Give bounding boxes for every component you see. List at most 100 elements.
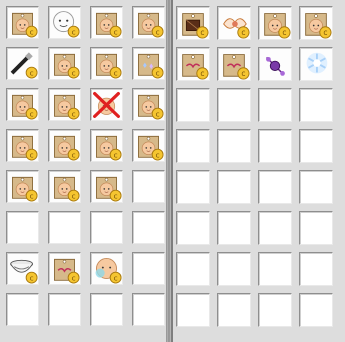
ice-crystal-icon: [300, 48, 332, 80]
svg-text:c: c: [200, 69, 204, 78]
right-inventory-slot[interactable]: [258, 170, 292, 204]
right-inventory-slot[interactable]: [176, 129, 210, 163]
left-inventory-slot[interactable]: c: [48, 170, 81, 203]
svg-text:c: c: [114, 273, 118, 282]
svg-text:c: c: [200, 28, 204, 37]
tag-doll-icon: c: [91, 171, 122, 202]
left-inventory-slot[interactable]: [6, 293, 39, 326]
right-inventory-slot[interactable]: [176, 88, 210, 122]
right-inventory-slot[interactable]: [217, 88, 251, 122]
left-inventory-slot[interactable]: [132, 170, 165, 203]
left-inventory-slot[interactable]: [90, 211, 123, 244]
left-inventory-slot[interactable]: [132, 211, 165, 244]
left-inventory-slot[interactable]: [90, 88, 123, 121]
right-inventory-slot[interactable]: [176, 211, 210, 245]
left-inventory-slot[interactable]: c: [132, 6, 165, 39]
purple-gem-icon: [259, 48, 291, 80]
right-inventory-slot[interactable]: [176, 252, 210, 286]
right-inventory-slot[interactable]: [258, 293, 292, 327]
right-inventory-slot[interactable]: [217, 293, 251, 327]
left-inventory-slot[interactable]: c: [132, 88, 165, 121]
tag-doll-icon: c: [91, 48, 122, 79]
right-inventory-slot[interactable]: [258, 211, 292, 245]
right-inventory-slot[interactable]: [258, 88, 292, 122]
ribbon-icon: c: [218, 7, 250, 39]
svg-text:c: c: [241, 28, 245, 37]
right-inventory-slot[interactable]: [217, 129, 251, 163]
right-inventory-slot[interactable]: [217, 170, 251, 204]
left-inventory-slot[interactable]: [132, 293, 165, 326]
right-inventory-slot[interactable]: c: [176, 47, 210, 81]
ribbon-tag-icon: c: [49, 253, 80, 284]
tag-doll-icon: c: [49, 171, 80, 202]
right-inventory-slot[interactable]: [176, 293, 210, 327]
left-inventory-slot[interactable]: c: [6, 6, 39, 39]
bowl-icon: c: [7, 253, 38, 284]
right-inventory-slot[interactable]: [299, 129, 333, 163]
left-inventory-slot[interactable]: c: [132, 47, 165, 80]
tag-doll-icon: c: [259, 7, 291, 39]
svg-text:c: c: [72, 109, 76, 118]
left-inventory-slot[interactable]: c: [90, 170, 123, 203]
left-inventory-slot[interactable]: c: [90, 47, 123, 80]
right-inventory-slot[interactable]: [299, 88, 333, 122]
svg-text:c: c: [156, 68, 160, 77]
tag-doll-icon: c: [49, 130, 80, 161]
right-inventory-slot[interactable]: [217, 211, 251, 245]
svg-text:c: c: [114, 150, 118, 159]
svg-text:c: c: [114, 27, 118, 36]
right-inventory-slot[interactable]: [299, 293, 333, 327]
left-inventory-slot[interactable]: c: [48, 129, 81, 162]
left-inventory-slot[interactable]: c: [6, 47, 39, 80]
left-inventory-slot[interactable]: [90, 293, 123, 326]
left-inventory-slot[interactable]: [132, 252, 165, 285]
sparkle-tag-icon: c: [133, 48, 164, 79]
left-inventory-slot[interactable]: c: [6, 252, 39, 285]
right-inventory-slot[interactable]: c: [217, 47, 251, 81]
brush-tag-icon: c: [7, 48, 38, 79]
chocolate-tag-icon: c: [177, 7, 209, 39]
right-inventory-slot[interactable]: [176, 170, 210, 204]
right-inventory-slot[interactable]: c: [258, 6, 292, 40]
right-inventory-slot[interactable]: [299, 47, 333, 81]
tag-doll-icon: c: [7, 171, 38, 202]
left-inventory-slot[interactable]: c: [48, 88, 81, 121]
right-inventory-slot[interactable]: [217, 252, 251, 286]
left-inventory-slot[interactable]: [48, 211, 81, 244]
left-inventory-slot[interactable]: c: [90, 129, 123, 162]
svg-text:c: c: [30, 68, 34, 77]
svg-text:c: c: [30, 27, 34, 36]
left-inventory-slot[interactable]: c: [6, 129, 39, 162]
left-inventory-slot[interactable]: c: [6, 88, 39, 121]
right-inventory-slot[interactable]: [299, 252, 333, 286]
doll-head-icon: c: [91, 253, 122, 284]
right-inventory-slot[interactable]: [299, 170, 333, 204]
left-inventory-slot[interactable]: c: [132, 129, 165, 162]
svg-text:c: c: [156, 150, 160, 159]
svg-text:c: c: [114, 191, 118, 200]
right-inventory-slot[interactable]: c: [299, 6, 333, 40]
svg-text:c: c: [282, 28, 286, 37]
right-inventory-slot[interactable]: c: [217, 6, 251, 40]
svg-text:c: c: [30, 191, 34, 200]
right-inventory-slot[interactable]: c: [176, 6, 210, 40]
left-inventory-slot[interactable]: c: [48, 6, 81, 39]
right-inventory-slot[interactable]: [258, 252, 292, 286]
tag-doll-icon: c: [7, 130, 38, 161]
left-inventory-slot[interactable]: [6, 211, 39, 244]
svg-text:c: c: [241, 69, 245, 78]
svg-text:c: c: [156, 27, 160, 36]
tag-doll-icon: c: [49, 89, 80, 120]
left-inventory-slot[interactable]: [48, 293, 81, 326]
left-inventory-slot[interactable]: c: [90, 6, 123, 39]
left-inventory-slot[interactable]: c: [6, 170, 39, 203]
tag-doll-icon: c: [7, 7, 38, 38]
right-inventory-slot[interactable]: [258, 129, 292, 163]
right-inventory-slot[interactable]: [258, 47, 292, 81]
right-inventory-slot[interactable]: [299, 211, 333, 245]
left-inventory-slot[interactable]: c: [90, 252, 123, 285]
svg-text:c: c: [72, 150, 76, 159]
left-inventory-slot[interactable]: c: [48, 47, 81, 80]
tag-doll-icon: c: [133, 130, 164, 161]
left-inventory-slot[interactable]: c: [48, 252, 81, 285]
